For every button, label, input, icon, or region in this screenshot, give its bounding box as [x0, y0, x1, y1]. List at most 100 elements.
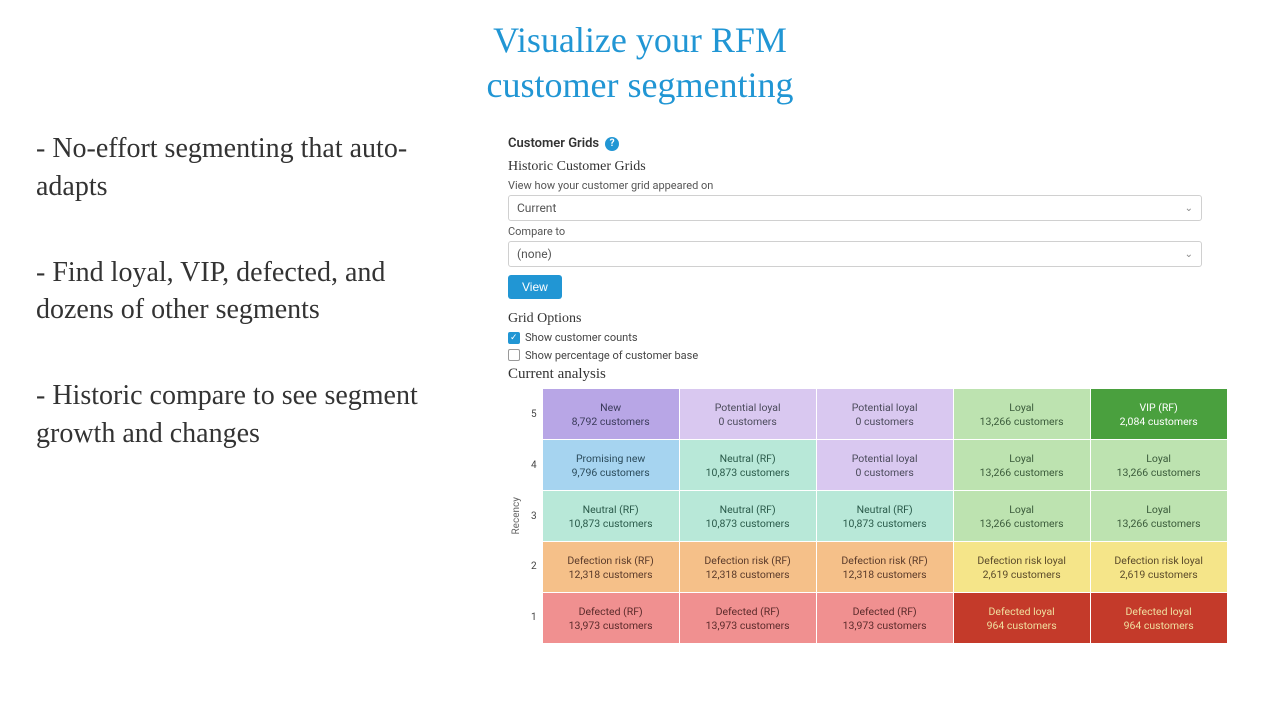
- segment-count: 8,792 customers: [572, 415, 650, 428]
- segment-name: Defection risk loyal: [1114, 554, 1203, 567]
- segment-count: 10,873 customers: [706, 466, 790, 479]
- historic-desc: View how your customer grid appeared on: [508, 179, 1260, 192]
- y-tick: 4: [531, 460, 537, 471]
- segment-count: 13,973 customers: [569, 619, 653, 632]
- checkbox-icon: [508, 332, 520, 344]
- historic-title: Historic Customer Grids: [508, 159, 1260, 175]
- segment-name: Defected loyal: [989, 605, 1055, 618]
- y-tick: 5: [531, 409, 537, 420]
- grid-cell[interactable]: Defected loyal964 customers: [1091, 593, 1227, 643]
- segment-name: Defection risk loyal: [977, 554, 1066, 567]
- date-select-value: Current: [517, 201, 556, 215]
- show-percent-option[interactable]: Show percentage of customer base: [508, 347, 1260, 365]
- page-title: Visualize your RFM customer segmenting: [0, 0, 1280, 120]
- grid-cell[interactable]: Promising new9,796 customers: [543, 440, 679, 490]
- grid-cell[interactable]: Potential loyal0 customers: [817, 440, 953, 490]
- grid-cell[interactable]: Defection risk loyal2,619 customers: [954, 542, 1090, 592]
- segment-name: Loyal: [1009, 503, 1034, 516]
- feature-bullets: - No-effort segmenting that auto-adapts …: [0, 120, 490, 720]
- section-title-text: Customer Grids: [508, 136, 599, 151]
- y-tick: 2: [531, 561, 537, 572]
- grid-cell[interactable]: Neutral (RF)10,873 customers: [680, 440, 816, 490]
- show-percent-label: Show percentage of customer base: [525, 347, 698, 365]
- segment-name: Potential loyal: [852, 401, 918, 414]
- segment-count: 964 customers: [987, 619, 1057, 632]
- checkbox-icon: [508, 349, 520, 361]
- grid-cell[interactable]: Defection risk (RF)12,318 customers: [543, 542, 679, 592]
- chevron-down-icon: ⌄: [1185, 249, 1193, 260]
- segment-name: VIP (RF): [1139, 401, 1177, 414]
- y-axis-label: Recency: [508, 497, 525, 535]
- grid-cell[interactable]: Loyal13,266 customers: [954, 491, 1090, 541]
- grid-cell[interactable]: Neutral (RF)10,873 customers: [543, 491, 679, 541]
- rfm-grid: New8,792 customersPotential loyal0 custo…: [543, 389, 1227, 643]
- title-line-2: customer segmenting: [487, 65, 794, 105]
- segment-count: 10,873 customers: [706, 517, 790, 530]
- grid-cell[interactable]: Loyal13,266 customers: [1091, 440, 1227, 490]
- bullet-3: - Historic compare to see segment growth…: [36, 377, 470, 453]
- segment-name: Defected (RF): [716, 605, 780, 618]
- grid-options-title: Grid Options: [508, 311, 1260, 327]
- segment-count: 12,318 customers: [569, 568, 653, 581]
- customer-grids-panel: Customer Grids ? Historic Customer Grids…: [490, 120, 1280, 720]
- grid-cell[interactable]: Defected (RF)13,973 customers: [680, 593, 816, 643]
- segment-name: Neutral (RF): [583, 503, 639, 516]
- compare-label: Compare to: [508, 225, 1260, 238]
- grid-cell[interactable]: Potential loyal0 customers: [817, 389, 953, 439]
- segment-name: Neutral (RF): [720, 503, 776, 516]
- segment-name: Defection risk (RF): [567, 554, 653, 567]
- view-button[interactable]: View: [508, 275, 562, 299]
- bullet-1: - No-effort segmenting that auto-adapts: [36, 130, 470, 206]
- segment-name: Defection risk (RF): [704, 554, 790, 567]
- analysis-title: Current analysis: [508, 366, 1260, 383]
- help-icon[interactable]: ?: [605, 137, 619, 151]
- segment-name: Neutral (RF): [857, 503, 913, 516]
- grid-cell[interactable]: New8,792 customers: [543, 389, 679, 439]
- segment-count: 12,318 customers: [843, 568, 927, 581]
- segment-count: 0 customers: [718, 415, 776, 428]
- segment-count: 13,266 customers: [980, 466, 1064, 479]
- segment-name: New: [600, 401, 621, 414]
- date-select[interactable]: Current ⌄: [508, 195, 1202, 221]
- segment-count: 2,084 customers: [1120, 415, 1198, 428]
- segment-name: Defection risk (RF): [841, 554, 927, 567]
- segment-count: 13,266 customers: [980, 415, 1064, 428]
- compare-select[interactable]: (none) ⌄: [508, 241, 1202, 267]
- show-counts-option[interactable]: Show customer counts: [508, 329, 1260, 347]
- segment-name: Loyal: [1146, 503, 1171, 516]
- grid-cell[interactable]: Loyal13,266 customers: [954, 389, 1090, 439]
- segment-name: Neutral (RF): [720, 452, 776, 465]
- grid-cell[interactable]: Defected (RF)13,973 customers: [543, 593, 679, 643]
- grid-cell[interactable]: Neutral (RF)10,873 customers: [680, 491, 816, 541]
- grid-cell[interactable]: Loyal13,266 customers: [1091, 491, 1227, 541]
- grid-cell[interactable]: Loyal13,266 customers: [954, 440, 1090, 490]
- segment-count: 964 customers: [1124, 619, 1194, 632]
- y-tick: 1: [531, 612, 537, 623]
- grid-cell[interactable]: Defection risk (RF)12,318 customers: [817, 542, 953, 592]
- segment-name: Potential loyal: [715, 401, 781, 414]
- segment-name: Defected loyal: [1126, 605, 1192, 618]
- segment-name: Promising new: [576, 452, 645, 465]
- segment-name: Loyal: [1009, 452, 1034, 465]
- grid-cell[interactable]: VIP (RF)2,084 customers: [1091, 389, 1227, 439]
- segment-count: 13,973 customers: [706, 619, 790, 632]
- grid-cell[interactable]: Neutral (RF)10,873 customers: [817, 491, 953, 541]
- segment-count: 10,873 customers: [843, 517, 927, 530]
- segment-count: 13,266 customers: [1117, 466, 1201, 479]
- segment-count: 12,318 customers: [706, 568, 790, 581]
- segment-count: 2,619 customers: [1120, 568, 1198, 581]
- segment-count: 9,796 customers: [572, 466, 650, 479]
- segment-name: Potential loyal: [852, 452, 918, 465]
- segment-count: 0 customers: [855, 415, 913, 428]
- grid-cell[interactable]: Potential loyal0 customers: [680, 389, 816, 439]
- bullet-2: - Find loyal, VIP, defected, and dozens …: [36, 254, 470, 330]
- segment-name: Defected (RF): [853, 605, 917, 618]
- grid-cell[interactable]: Defection risk loyal2,619 customers: [1091, 542, 1227, 592]
- chevron-down-icon: ⌄: [1185, 203, 1193, 214]
- segment-count: 2,619 customers: [983, 568, 1061, 581]
- grid-cell[interactable]: Defected (RF)13,973 customers: [817, 593, 953, 643]
- grid-cell[interactable]: Defected loyal964 customers: [954, 593, 1090, 643]
- grid-cell[interactable]: Defection risk (RF)12,318 customers: [680, 542, 816, 592]
- y-axis-ticks: 54321: [525, 389, 543, 643]
- section-title: Customer Grids ?: [508, 136, 619, 151]
